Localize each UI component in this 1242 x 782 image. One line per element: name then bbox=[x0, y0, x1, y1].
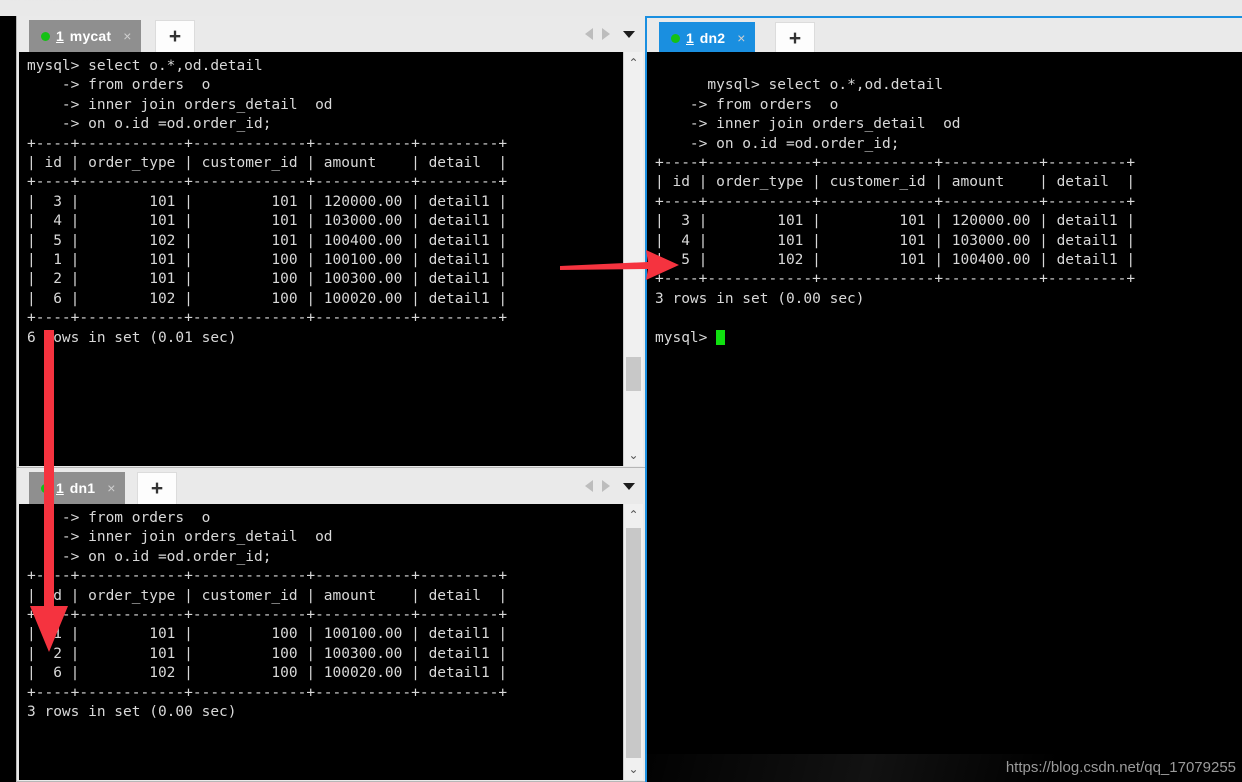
truncated-top-bar-text: ··· ····· ········· ·· ···· bbox=[10, 0, 106, 5]
tab-menu-caret-icon[interactable] bbox=[623, 482, 635, 490]
terminal-cursor bbox=[716, 329, 726, 345]
prev-tab-icon[interactable] bbox=[585, 28, 593, 40]
status-dot-icon bbox=[41, 31, 50, 41]
prev-tab-icon[interactable] bbox=[585, 480, 593, 492]
scrollbar-thumb[interactable] bbox=[626, 528, 641, 758]
next-tab-icon[interactable] bbox=[602, 480, 610, 492]
close-icon[interactable]: × bbox=[107, 481, 115, 495]
terminal-area-dn2: mysql> select o.*,od.detail -> from orde… bbox=[647, 52, 1242, 782]
next-tab-icon[interactable] bbox=[602, 28, 610, 40]
tab-menu-caret-icon[interactable] bbox=[623, 30, 635, 38]
status-dot-icon bbox=[671, 33, 680, 43]
terminal-output-mycat[interactable]: mysql> select o.*,od.detail -> from orde… bbox=[19, 52, 623, 466]
terminal-area-mycat: mysql> select o.*,od.detail -> from orde… bbox=[19, 52, 643, 466]
terminal-output-dn2[interactable]: mysql> select o.*,od.detail -> from orde… bbox=[647, 52, 1242, 782]
scroll-down-icon[interactable]: ⌄ bbox=[624, 446, 643, 464]
truncated-top-bar: ··· ····· ········· ·· ···· bbox=[0, 0, 1242, 16]
tab-dn1[interactable]: 1 dn1 × bbox=[29, 472, 126, 504]
tabbar-mycat: 1 mycat × + bbox=[17, 16, 645, 52]
scroll-up-icon[interactable]: ⌃ bbox=[624, 506, 643, 524]
tab-dn2[interactable]: 1 dn2 × bbox=[659, 22, 756, 54]
scrollbar-thumb[interactable] bbox=[626, 357, 641, 391]
new-tab-button[interactable]: + bbox=[775, 22, 815, 54]
window-dn1: 1 dn1 × + -> from orders o -> inner join… bbox=[16, 468, 646, 782]
close-icon[interactable]: × bbox=[123, 29, 131, 43]
watermark-text: https://blog.csdn.net/qq_17079255 bbox=[1005, 759, 1236, 776]
tab-label: dn2 bbox=[699, 30, 726, 46]
new-tab-button[interactable]: + bbox=[155, 20, 195, 52]
window-mycat: 1 mycat × + mysql> select o.*,od.detail … bbox=[16, 16, 646, 468]
tabbar-dn1: 1 dn1 × + bbox=[17, 468, 645, 504]
scroll-up-icon[interactable]: ⌃ bbox=[624, 54, 643, 72]
close-icon[interactable]: × bbox=[737, 31, 745, 45]
terminal-text-dn2: mysql> select o.*,od.detail -> from orde… bbox=[655, 77, 1136, 346]
tabbar-dn2: 1 dn2 × + bbox=[647, 18, 1242, 54]
terminal-area-dn1: -> from orders o -> inner join orders_de… bbox=[19, 504, 643, 780]
tab-number: 1 bbox=[686, 30, 694, 46]
new-tab-button[interactable]: + bbox=[137, 472, 177, 504]
scrollbar-mycat[interactable]: ⌃ ⌄ bbox=[623, 52, 643, 466]
tab-label: mycat bbox=[69, 28, 112, 44]
scrollbar-dn1[interactable]: ⌃ ⌄ bbox=[623, 504, 643, 780]
tab-number: 1 bbox=[56, 28, 64, 44]
tab-nav-tools bbox=[585, 468, 635, 504]
terminal-output-dn1[interactable]: -> from orders o -> inner join orders_de… bbox=[19, 504, 623, 780]
status-dot-icon bbox=[41, 483, 50, 493]
tab-nav-tools bbox=[585, 16, 635, 52]
tab-mycat[interactable]: 1 mycat × bbox=[29, 20, 142, 52]
tab-number: 1 bbox=[56, 480, 64, 496]
window-dn2: 1 dn2 × + mysql> select o.*,od.detail ->… bbox=[645, 16, 1242, 782]
tab-label: dn1 bbox=[69, 480, 96, 496]
